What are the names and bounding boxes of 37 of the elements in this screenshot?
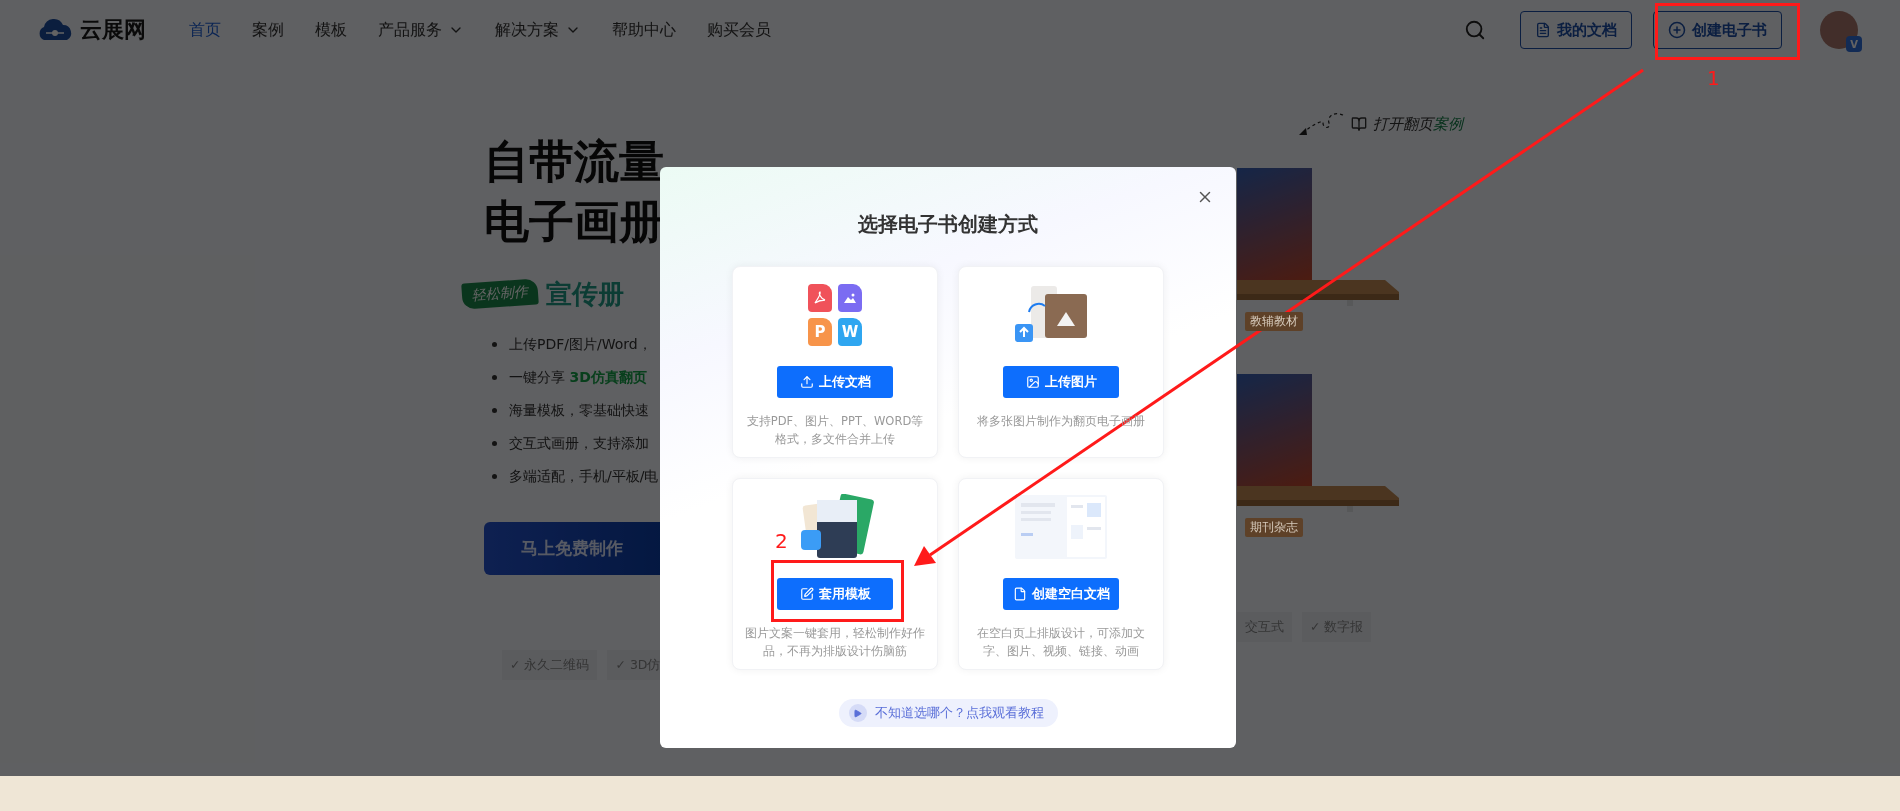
bullet-text: 上传PDF/图片/Word， (509, 335, 652, 354)
nav-item[interactable]: 案例 (252, 19, 284, 41)
option-description: 图片文案一键套用，轻松制作好作品，不再为排版设计伤脑筋 (744, 625, 926, 660)
nav-item[interactable]: 模板 (315, 19, 347, 41)
hint-text[interactable]: 打开翻页案例 (1373, 114, 1463, 134)
option-button[interactable]: 创建空白文档 (1003, 578, 1119, 610)
annotation-number: 1 (1707, 67, 1720, 89)
nav-item[interactable]: 首页 (189, 19, 221, 41)
bullet-text: 交互式画册，支持添加 (509, 434, 649, 453)
shelf-tag: 期刊杂志 (1245, 518, 1303, 537)
headline: 自带流量 (484, 134, 664, 190)
annotation-number: 2 (775, 530, 788, 552)
nav-item[interactable]: 帮助中心 (612, 19, 676, 41)
cta-button[interactable]: 马上免费制作 (484, 522, 660, 575)
headline: 电子画册 (484, 194, 664, 250)
option-button[interactable]: 套用模板 (777, 578, 893, 610)
bullet-text: 一键分享 3D仿真翻页 (509, 368, 647, 387)
subtitle-word: 宣传册 (546, 277, 624, 311)
logo-text: 云展网 (80, 16, 146, 44)
nav-item[interactable]: 解决方案 (495, 19, 581, 41)
my-documents-button[interactable]: 我的文档 (1520, 11, 1632, 49)
modal-title: 选择电子书创建方式 (858, 211, 1038, 238)
option-description: 在空白页上排版设计，可添加文字、图片、视频、链接、动画 (976, 625, 1146, 660)
nav-item[interactable]: 产品服务 (378, 19, 464, 41)
bullet-text: 海量模板，零基础快速 (509, 401, 649, 420)
option-button[interactable]: 上传文档 (777, 366, 893, 398)
ppt-file-icon: P (808, 318, 832, 346)
shelf-tag: 教辅教材 (1245, 312, 1303, 331)
option-description: 支持PDF、图片、PPT、WORD等格式，多文件合并上传 (745, 413, 925, 448)
option-button[interactable]: 上传图片 (1003, 366, 1119, 398)
tutorial-link[interactable]: 不知道选哪个？点我观看教程 (838, 699, 1058, 727)
word-file-icon: W (838, 318, 862, 346)
brush-label: 轻松制作 (461, 278, 539, 310)
create-ebook-button[interactable]: 创建电子书 (1653, 11, 1782, 49)
bullet-text: 多端适配，手机/平板/电 (509, 467, 659, 486)
avatar-badge: V (1846, 36, 1862, 52)
nav-item[interactable]: 购买会员 (707, 19, 771, 41)
